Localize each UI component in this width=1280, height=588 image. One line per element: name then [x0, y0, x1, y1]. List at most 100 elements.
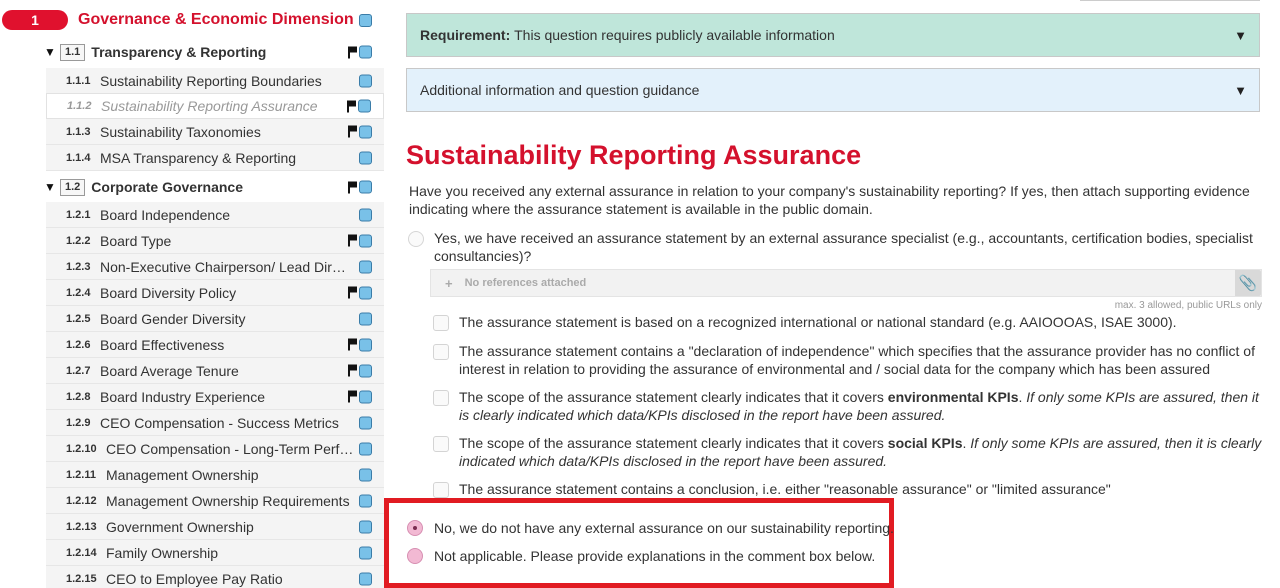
status-square-icon [359, 312, 372, 325]
status-square-icon [359, 442, 372, 455]
item-label: CEO Compensation - Long-Term Perf… [106, 440, 354, 457]
checkbox-social-kpis-label[interactable]: The scope of the assurance statement cle… [459, 434, 1264, 470]
item-number: 1.1.2 [67, 100, 92, 112]
item-number: 1.2.12 [66, 494, 97, 507]
sidebar-item-1-2-11[interactable]: 1.2.11 Management Ownership [46, 462, 384, 488]
item-number: 1.2.5 [66, 312, 91, 325]
checkbox-conclusion-label[interactable]: The assurance statement contains a concl… [459, 480, 1264, 498]
status-square-icon [359, 234, 372, 247]
checkbox-conclusion[interactable] [433, 482, 449, 498]
item-label: Sustainability Reporting Assurance [101, 98, 318, 114]
question-panel: Requirement: This question requires publ… [384, 0, 1280, 588]
guidance-accordion[interactable]: Additional information and question guid… [406, 68, 1260, 112]
sidebar-item-1-2-15[interactable]: 1.2.15 CEO to Employee Pay Ratio [46, 566, 384, 588]
references-field[interactable]: + No references attached 📎 [430, 269, 1262, 297]
sidebar-item-1-2-9[interactable]: 1.2.9 CEO Compensation - Success Metrics [46, 410, 384, 436]
group-title: Transparency & Reporting [91, 44, 267, 60]
sidebar-item-1-2-2[interactable]: 1.2.2 Board Type [46, 228, 384, 254]
item-number: 1.1.3 [66, 125, 91, 138]
status-square-icon [359, 260, 372, 273]
status-square-icon [359, 125, 372, 138]
sidebar-section-header[interactable]: 1 Governance & Economic Dimension [0, 6, 384, 34]
status-square-icon [358, 99, 371, 113]
flag-icon [348, 364, 357, 377]
divider [1080, 0, 1260, 1]
status-square-icon [359, 45, 372, 59]
caret-down-icon[interactable]: ▼ [1234, 83, 1247, 98]
collapse-triangle-icon[interactable]: ▼ [44, 180, 60, 194]
flag-icon [348, 125, 357, 138]
sidebar-group-1-1[interactable]: ▼ 1.1 Transparency & Reporting [44, 38, 384, 66]
section-title: Governance & Economic Dimension [78, 11, 354, 28]
item-number: 1.1.1 [66, 74, 91, 87]
sidebar-item-1-2-8[interactable]: 1.2.8 Board Industry Experience [46, 384, 384, 410]
item-label: Management Ownership [106, 466, 259, 483]
sidebar-item-1-1-1[interactable]: 1.1.1 Sustainability Reporting Boundarie… [46, 68, 384, 94]
group-number: 1.1 [60, 43, 86, 61]
option-yes-radio[interactable] [408, 231, 424, 247]
item-number: 1.2.4 [66, 286, 91, 299]
checkbox-standard[interactable] [433, 315, 449, 331]
checkbox-social-kpis[interactable] [433, 436, 449, 452]
checkbox-independence[interactable] [433, 344, 449, 360]
sidebar-item-1-2-10[interactable]: 1.2.10 CEO Compensation - Long-Term Perf… [46, 436, 384, 462]
paperclip-icon[interactable]: 📎 [1235, 270, 1261, 296]
option-yes-label[interactable]: Yes, we have received an assurance state… [434, 229, 1264, 265]
item-label: Board Type [100, 232, 172, 249]
flag-icon [348, 338, 357, 351]
item-label: Board Diversity Policy [100, 284, 237, 301]
sidebar-item-1-2-12[interactable]: 1.2.12 Management Ownership Requirements [46, 488, 384, 514]
status-square-icon [359, 14, 372, 27]
highlight-box [384, 498, 894, 588]
item-label: Management Ownership Requirements [106, 492, 350, 509]
item-label: Non-Executive Chairperson/ Lead Dire… [100, 258, 352, 275]
sidebar-item-1-2-7[interactable]: 1.2.7 Board Average Tenure [46, 358, 384, 384]
sidebar-group-1-2[interactable]: ▼ 1.2 Corporate Governance [44, 173, 384, 201]
text-part: The scope of the assurance statement cle… [459, 389, 888, 405]
requirement-accordion[interactable]: Requirement: This question requires publ… [406, 13, 1260, 57]
status-square-icon [359, 416, 372, 429]
sidebar-item-1-1-3[interactable]: 1.1.3 Sustainability Taxonomies [46, 119, 384, 145]
option-na-radio[interactable] [407, 548, 423, 564]
checkbox-environmental-kpis-label[interactable]: The scope of the assurance statement cle… [459, 388, 1264, 424]
item-label: Board Independence [100, 206, 230, 223]
question-title: Sustainability Reporting Assurance [406, 140, 862, 170]
flag-icon [348, 181, 357, 193]
status-square-icon [359, 286, 372, 299]
guidance-text: Additional information and question guid… [420, 82, 700, 98]
option-na-label[interactable]: Not applicable. Please provide explanati… [434, 547, 875, 565]
sidebar-item-1-1-2[interactable]: 1.1.2 Sustainability Reporting Assurance [46, 93, 384, 119]
option-no-label[interactable]: No, we do not have any external assuranc… [434, 519, 894, 537]
item-label: Board Industry Experience [100, 388, 265, 405]
status-square-icon [359, 546, 372, 559]
sidebar-item-1-2-4[interactable]: 1.2.4 Board Diversity Policy [46, 280, 384, 306]
status-square-icon [359, 180, 372, 194]
item-label: Family Ownership [106, 544, 219, 561]
sidebar-item-1-1-4[interactable]: 1.1.4 MSA Transparency & Reporting [46, 145, 384, 171]
sidebar-item-1-2-13[interactable]: 1.2.13 Government Ownership [46, 514, 384, 540]
text-bold: social KPIs [887, 435, 963, 451]
caret-down-icon[interactable]: ▼ [1234, 28, 1247, 43]
item-label: Board Gender Diversity [100, 310, 246, 327]
item-number: 1.2.13 [66, 520, 97, 533]
sidebar-item-1-2-14[interactable]: 1.2.14 Family Ownership [46, 540, 384, 566]
item-label: MSA Transparency & Reporting [100, 149, 297, 166]
flag-icon [348, 390, 357, 403]
checkbox-environmental-kpis[interactable] [433, 390, 449, 406]
checkbox-independence-label[interactable]: The assurance statement contains a "decl… [459, 342, 1264, 378]
item-label: Board Average Tenure [100, 362, 239, 379]
flag-icon [348, 46, 357, 58]
requirement-text: This question requires publicly availabl… [514, 27, 835, 43]
plus-icon[interactable]: + [445, 276, 453, 291]
references-note: max. 3 allowed, public URLs only [1114, 300, 1262, 311]
item-number: 1.2.7 [66, 364, 91, 377]
sidebar-item-1-2-6[interactable]: 1.2.6 Board Effectiveness [46, 332, 384, 358]
checkbox-standard-label[interactable]: The assurance statement is based on a re… [459, 313, 1264, 331]
status-square-icon [359, 151, 372, 164]
sidebar-item-1-2-1[interactable]: 1.2.1 Board Independence [46, 202, 384, 228]
sidebar-item-1-2-5[interactable]: 1.2.5 Board Gender Diversity [46, 306, 384, 332]
item-label: Sustainability Reporting Boundaries [100, 72, 322, 89]
sidebar-item-1-2-3[interactable]: 1.2.3 Non-Executive Chairperson/ Lead Di… [46, 254, 384, 280]
collapse-triangle-icon[interactable]: ▼ [44, 45, 60, 59]
option-no-radio[interactable] [407, 520, 423, 536]
